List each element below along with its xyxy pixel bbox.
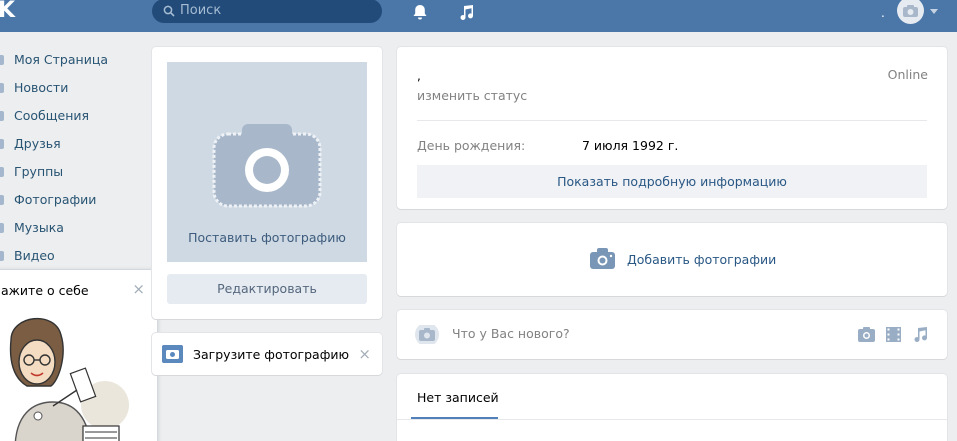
sidebar-item-label: Сообщения <box>14 108 90 123</box>
camera-icon <box>162 345 183 363</box>
photos-icon <box>0 195 4 205</box>
camera-icon <box>590 248 615 269</box>
post-input[interactable]: Что у Вас нового? <box>452 326 570 341</box>
wall-card: Нет записей <box>397 374 947 441</box>
messages-icon <box>0 111 4 121</box>
sidebar-item-groups[interactable]: Группы <box>0 158 140 186</box>
vk-logo[interactable]: K <box>0 0 15 22</box>
profile-info-card: , Online изменить статус День рождения: … <box>397 47 947 209</box>
sidebar-item-label: Группы <box>14 164 64 179</box>
woman-illustration <box>9 318 129 441</box>
camera-icon <box>903 5 918 17</box>
add-photos-link[interactable]: Добавить фотографии <box>627 252 776 267</box>
camera-icon <box>212 124 322 208</box>
sidebar-item-music[interactable]: Музыка <box>0 214 140 242</box>
profile-name: , <box>417 69 421 83</box>
sidebar-item-photos[interactable]: Фотографии <box>0 186 140 214</box>
bell-icon[interactable] <box>411 3 429 21</box>
search-input[interactable]: Поиск <box>152 0 382 23</box>
profile-photo-placeholder[interactable]: Поставить фотографию <box>167 62 367 262</box>
friends-icon <box>0 139 4 149</box>
post-tools <box>858 326 929 343</box>
birthday-label: День рождения: <box>417 138 526 153</box>
divider <box>417 120 927 121</box>
sidebar-item-messages[interactable]: Сообщения <box>0 102 140 130</box>
sidebar-item-news[interactable]: Новости <box>0 74 140 102</box>
music-icon[interactable] <box>457 3 475 21</box>
sidebar-item-label: Музыка <box>14 220 64 235</box>
camera-icon <box>415 325 439 344</box>
new-post-box: Что у Вас нового? <box>397 310 947 359</box>
user-name[interactable]: . <box>881 6 885 20</box>
upload-photo-link[interactable]: Загрузите фотографию <box>193 347 349 362</box>
profile-photo-card: Поставить фотографию Редактировать <box>152 47 382 319</box>
music-icon[interactable] <box>912 326 929 343</box>
change-status-link[interactable]: изменить статус <box>417 88 527 103</box>
sidebar-item-label: Фотографии <box>14 192 97 207</box>
video-icon <box>0 251 4 261</box>
edit-profile-button[interactable]: Редактировать <box>167 274 367 304</box>
sidebar-item-label: Новости <box>14 80 69 95</box>
close-icon[interactable]: × <box>358 345 371 363</box>
upload-photo-notice: Загрузите фотографию × <box>152 333 382 375</box>
chevron-down-icon[interactable] <box>930 9 938 15</box>
online-status: Online <box>887 67 928 82</box>
music-icon <box>0 223 4 233</box>
photo-icon[interactable] <box>858 326 875 343</box>
search-placeholder: Поиск <box>180 3 222 18</box>
sidebar-item-label: Друзья <box>14 136 61 151</box>
add-photos-card: Добавить фотографии <box>397 223 947 296</box>
top-bar: K Поиск . <box>0 0 957 32</box>
about-me-tooltip: ажите о себе × <box>0 269 158 441</box>
sidebar: Моя Страница Новости Сообщения Друзья Гр… <box>0 46 140 270</box>
sidebar-item-friends[interactable]: Друзья <box>0 130 140 158</box>
sidebar-item-label: Видео <box>14 248 55 263</box>
sidebar-item-my-page[interactable]: Моя Страница <box>0 46 140 74</box>
avatar[interactable] <box>897 0 924 24</box>
news-icon <box>0 83 4 93</box>
video-icon[interactable] <box>885 326 902 343</box>
close-icon[interactable]: × <box>132 280 145 298</box>
sidebar-item-video[interactable]: Видео <box>0 242 140 270</box>
tooltip-title: ажите о себе <box>1 283 89 298</box>
search-icon <box>163 5 175 17</box>
show-details-button[interactable]: Показать подробную информацию <box>417 165 927 198</box>
divider <box>397 419 947 420</box>
groups-icon <box>0 167 4 177</box>
set-photo-link[interactable]: Поставить фотографию <box>167 230 367 245</box>
birthday-value[interactable]: 7 июля 1992 г. <box>582 138 678 153</box>
sidebar-item-label: Моя Страница <box>14 52 108 67</box>
profile-icon <box>0 55 4 65</box>
tab-no-posts[interactable]: Нет записей <box>417 390 499 405</box>
